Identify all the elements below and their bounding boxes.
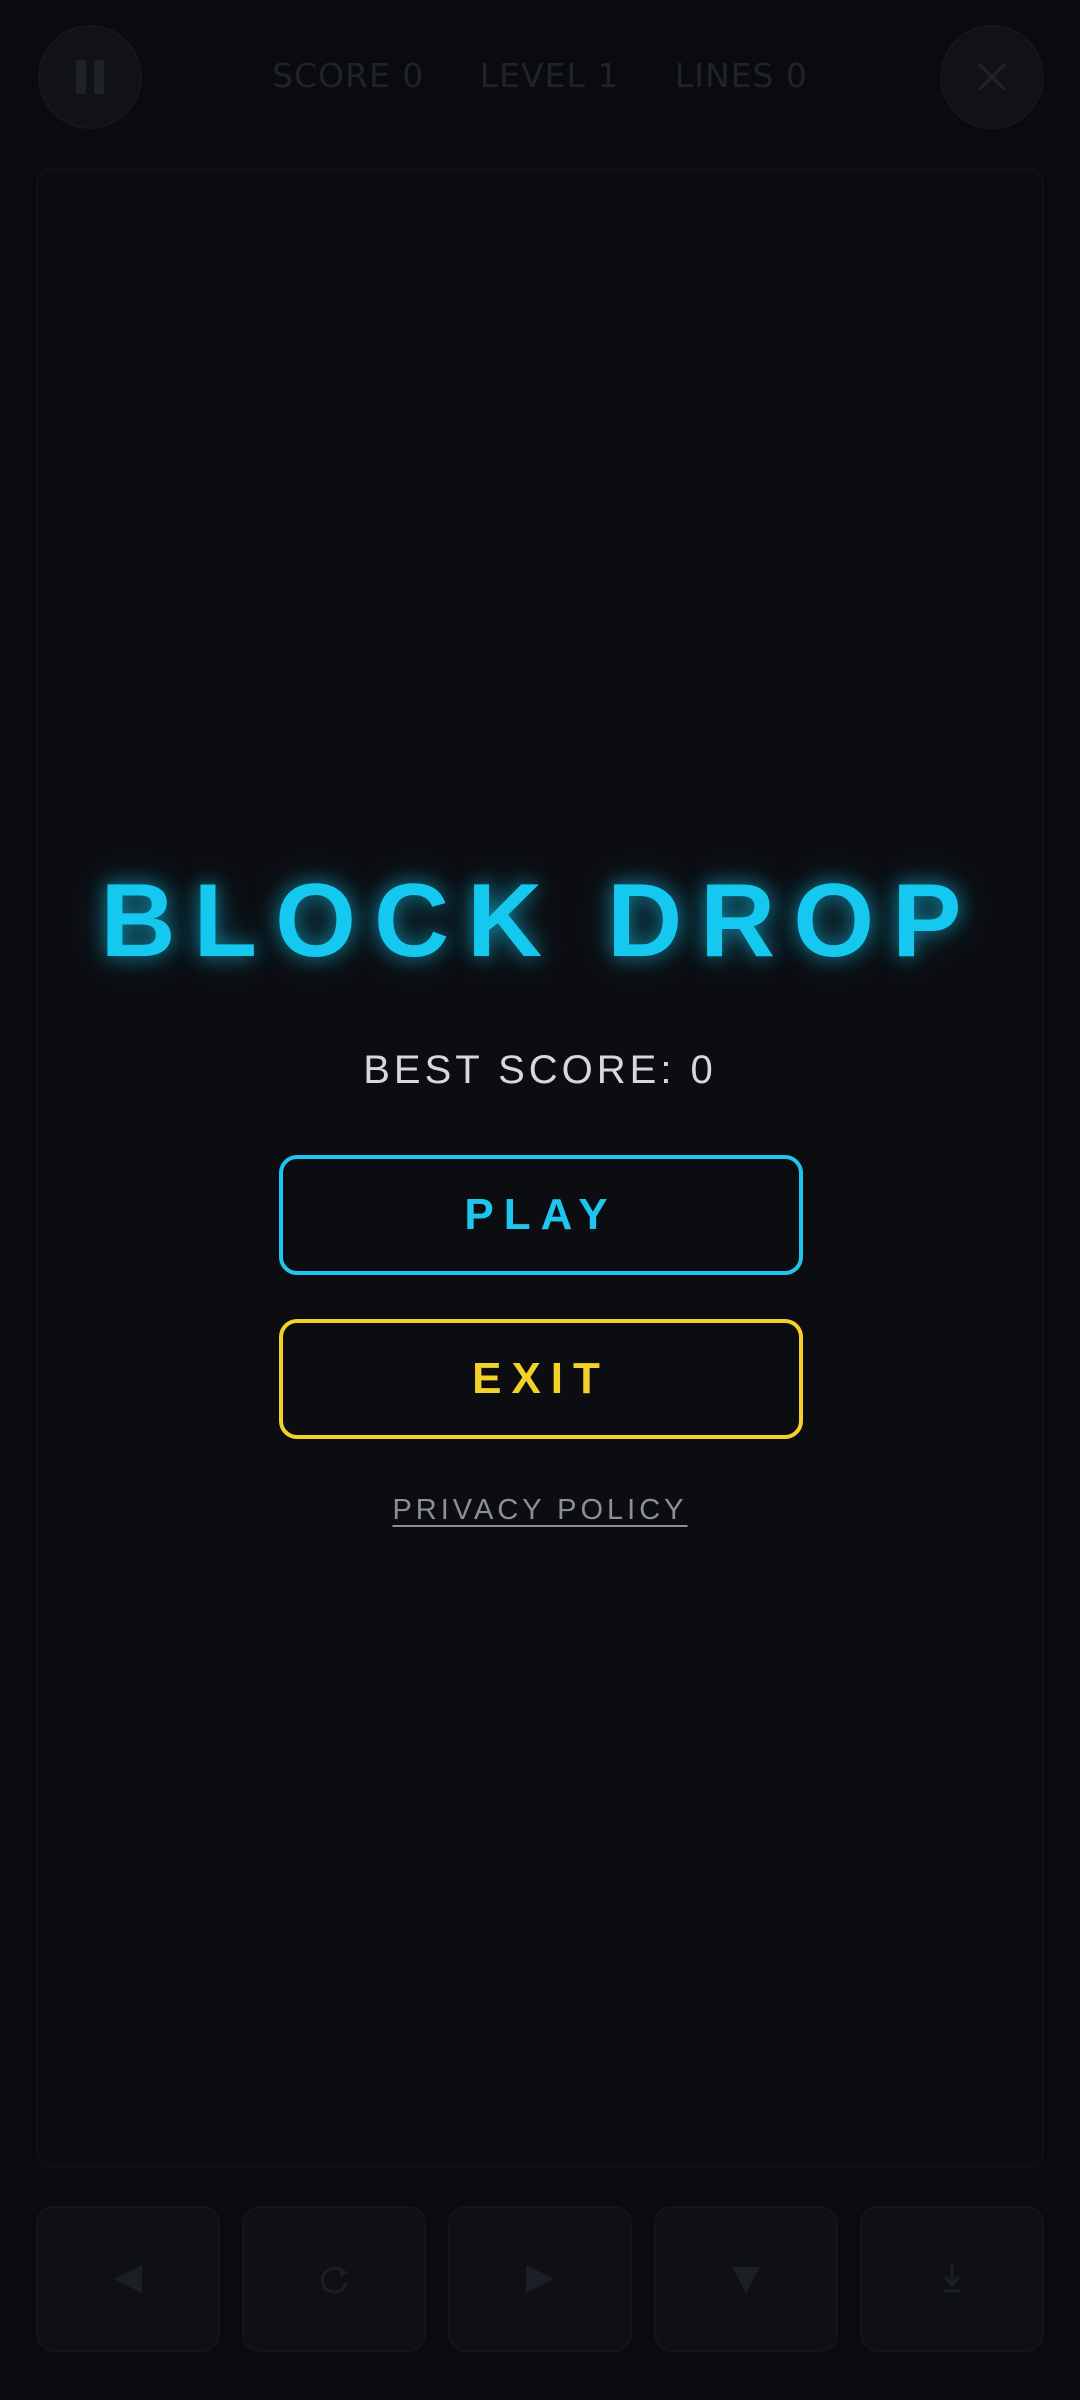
rotate-button[interactable] <box>242 2206 426 2352</box>
hard-drop-icon <box>943 2263 961 2293</box>
lines-display: LINES 0 <box>674 56 808 95</box>
soft-drop-button[interactable] <box>654 2206 838 2352</box>
close-icon <box>977 62 1007 92</box>
move-left-button[interactable] <box>36 2206 220 2352</box>
privacy-policy-link[interactable]: PRIVACY POLICY <box>0 1494 1080 1527</box>
move-right-button[interactable] <box>448 2206 632 2352</box>
arrow-right-icon <box>526 2265 554 2293</box>
stats-bar: SCORE 0 LEVEL 1 LINES 0 <box>0 56 1080 95</box>
game-screen: SCORE 0 LEVEL 1 LINES 0 BLOCK DROP BEST … <box>0 0 1080 2400</box>
best-score-label: BEST SCORE: 0 <box>363 1048 717 1092</box>
game-title: BLOCK DROP <box>100 863 980 979</box>
score-display: SCORE 0 <box>272 56 425 95</box>
level-display: LEVEL 1 <box>479 56 620 95</box>
play-button[interactable]: PLAY <box>279 1155 803 1275</box>
arrow-down-icon <box>732 2267 760 2293</box>
rotate-icon <box>320 2266 348 2294</box>
arrow-left-icon <box>114 2265 142 2293</box>
hard-drop-button[interactable] <box>860 2206 1044 2352</box>
control-bar <box>36 2206 1044 2354</box>
top-hud: SCORE 0 LEVEL 1 LINES 0 <box>0 0 1080 160</box>
close-button[interactable] <box>940 25 1044 129</box>
exit-button[interactable]: EXIT <box>279 1319 803 1439</box>
